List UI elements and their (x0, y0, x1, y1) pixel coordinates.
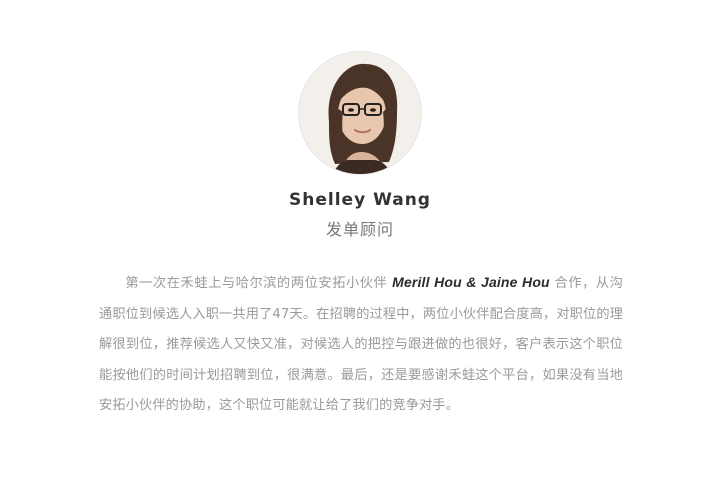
testimonial-text-before: 第一次在禾蛙上与哈尔滨的两位安拓小伙伴 (125, 276, 393, 291)
profile-role: 发单顾问 (325, 220, 394, 239)
testimonial-text: 第一次在禾蛙上与哈尔滨的两位安拓小伙伴 Merill Hou & Jaine H… (99, 267, 623, 422)
avatar-photo (299, 52, 421, 174)
testimonial-text-after: 合作，从沟通职位到候选人入职一共用了47天。在招聘的过程中，两位小伙伴配合度高，… (99, 276, 623, 413)
avatar (298, 51, 422, 175)
partner-names: Merill Hou & Jaine Hou (392, 274, 550, 290)
profile-name: Shelley Wang (289, 190, 431, 210)
testimonial-card: Shelley Wang 发单顾问 第一次在禾蛙上与哈尔滨的两位安拓小伙伴 Me… (0, 0, 720, 488)
